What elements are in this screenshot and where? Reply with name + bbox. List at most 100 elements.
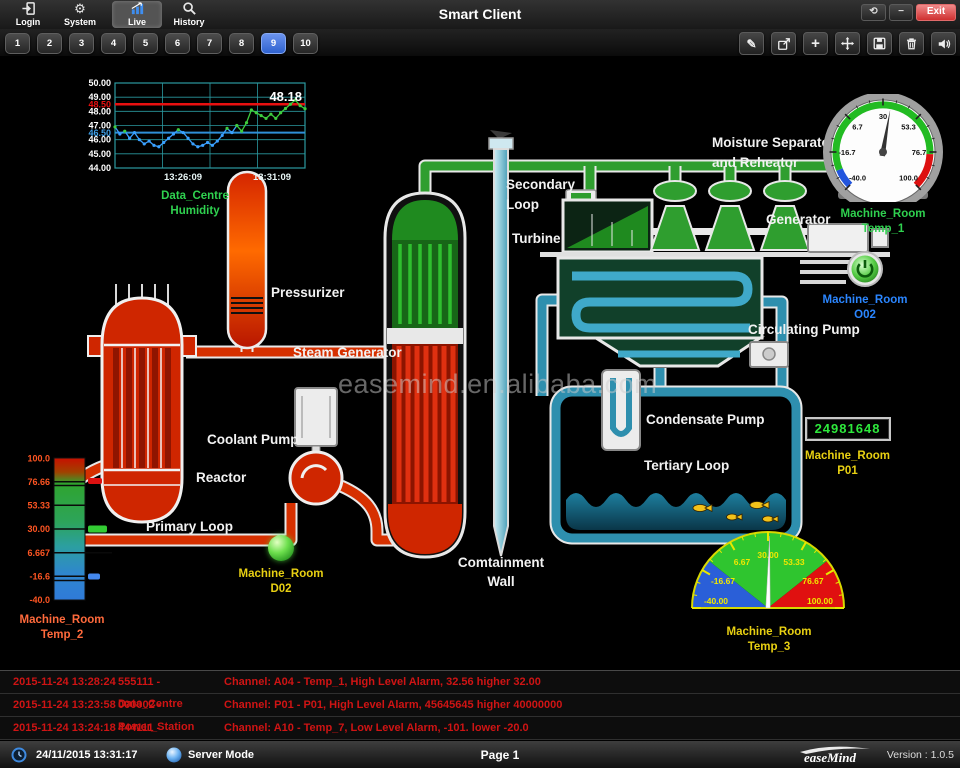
tab-2[interactable]: 2: [37, 33, 62, 54]
gauge-temp3-caption-2: Temp_3: [684, 640, 854, 655]
label-secondary-loop-1: Secondary: [506, 177, 576, 192]
low-marker: [88, 574, 100, 580]
svg-text:76.67: 76.67: [802, 576, 824, 586]
title-bar: Login ⚙ System Live History Smart Client…: [0, 0, 960, 29]
bar-gauge-caption-1: Machine_Room: [12, 613, 112, 628]
volume-button[interactable]: [931, 32, 956, 55]
tab-6[interactable]: 6: [165, 33, 190, 54]
low-limit-label: 46.50: [88, 128, 111, 138]
alarm-row[interactable]: 2015-11-24 13:24:18444111 - Machine_Room…: [0, 717, 960, 740]
alarm-row[interactable]: 2015-11-24 13:23:58000002 - Power_Statio…: [0, 694, 960, 717]
label-turbine: Turbine: [512, 231, 561, 246]
gauge-temp3-caption-1: Machine_Room: [684, 625, 854, 640]
nav-system-button[interactable]: ⚙ System: [56, 1, 104, 28]
tab-10[interactable]: 10: [293, 33, 318, 54]
alarm-message: Channel: P01 - P01, High Level Alarm, 45…: [224, 694, 960, 716]
trend-current-value: 48.18: [269, 89, 302, 104]
svg-text:53.33: 53.33: [27, 501, 50, 511]
alarm-row[interactable]: 2015-11-24 13:28:24555111 - Data_CentreC…: [0, 671, 960, 694]
label-circulating-pump: Circulating Pump: [748, 322, 860, 337]
nav-history-label: History: [164, 17, 214, 27]
move-icon: [840, 36, 855, 51]
export-button[interactable]: [771, 32, 796, 55]
x-tick-2: 13:31:09: [253, 172, 291, 183]
svg-text:30: 30: [879, 112, 887, 121]
svg-text:100.0: 100.0: [27, 454, 50, 464]
svg-text:-16.67: -16.67: [711, 576, 735, 586]
alarm-time: 2015-11-24 13:23:58: [0, 694, 118, 716]
nav-live-label: Live: [112, 17, 162, 27]
tab-5[interactable]: 5: [133, 33, 158, 54]
x-tick-1: 13:26:09: [164, 172, 202, 183]
status-datetime: 24/11/2015 13:31:17: [36, 741, 138, 768]
digital-caption-1: Machine_Room: [800, 449, 895, 464]
gauge-temp3-widget[interactable]: -40.00 -16.67 6.67 30.00 53.33 76.67 100…: [684, 520, 854, 655]
nav-history-button[interactable]: History: [164, 1, 214, 28]
status-lamp: [268, 535, 294, 561]
alarm-source: 444111 - Machine_Room: [118, 717, 224, 739]
alarm-message: Channel: A04 - Temp_1, High Level Alarm,…: [224, 671, 960, 693]
svg-text:45.00: 45.00: [88, 149, 111, 159]
tab-7[interactable]: 7: [197, 33, 222, 54]
svg-text:50.00: 50.00: [88, 78, 111, 88]
svg-text:6.667: 6.667: [27, 548, 50, 558]
containment-wall-structure: [489, 130, 513, 556]
refresh-icon: ⟲: [869, 6, 877, 17]
tab-1[interactable]: 1: [5, 33, 30, 54]
d02-caption-1: Machine_Room: [216, 567, 346, 582]
svg-text:76.7: 76.7: [912, 148, 927, 157]
edit-button[interactable]: ✎: [739, 32, 764, 55]
page-tabs: 123456789 10: [5, 33, 318, 54]
label-containment-1: Comtainment: [458, 555, 545, 570]
minimize-button[interactable]: −: [889, 4, 913, 21]
watermark: easemind.en.alibaba.com: [338, 369, 657, 399]
gear-icon: ⚙: [56, 1, 104, 17]
trend-chart: 50.00 49.00 48.00 47.00 46.00 45.00 44.0…: [70, 76, 320, 184]
alarm-time: 2015-11-24 13:24:18: [0, 717, 118, 739]
nav-system-label: System: [56, 17, 104, 27]
nav-login-label: Login: [6, 17, 50, 27]
bar-gauge-caption-2: Temp_2: [12, 628, 112, 643]
tab-9[interactable]: 9: [261, 33, 286, 54]
trend-caption-2: Humidity: [70, 204, 320, 219]
tab-row: 123456789 10 ✎ +: [0, 29, 960, 56]
gauge-temp1-widget[interactable]: -40.0 -16.7 6.7 30 53.3 76.7 100.0 Machi…: [818, 94, 948, 237]
tab-8[interactable]: 8: [229, 33, 254, 54]
login-icon: [6, 1, 50, 17]
bar-gauge-widget[interactable]: 100.0 76.66 53.33 30.00 6.667 -16.6 -40.…: [12, 450, 112, 643]
add-button[interactable]: +: [803, 32, 828, 55]
semi-gauge: -40.00 -16.67 6.67 30.00 53.33 76.67 100…: [684, 520, 854, 620]
delete-button[interactable]: [899, 32, 924, 55]
power-button-widget[interactable]: Machine_Room O02: [820, 250, 910, 323]
alarm-source: 000002 - Power_Station: [118, 694, 224, 716]
value-marker: [88, 526, 107, 533]
refresh-button[interactable]: ⟲: [861, 4, 886, 21]
label-primary-loop: Primary Loop: [146, 519, 233, 534]
trend-chart-widget[interactable]: 50.00 49.00 48.00 47.00 46.00 45.00 44.0…: [70, 76, 320, 219]
alarm-source: 555111 - Data_Centre: [118, 671, 224, 693]
exit-button[interactable]: Exit: [916, 4, 956, 21]
nav-login-button[interactable]: Login: [6, 1, 50, 28]
svg-text:53.33: 53.33: [783, 557, 805, 567]
svg-text:100.00: 100.00: [807, 596, 833, 606]
server-mode-icon: [166, 747, 182, 768]
plus-icon: +: [811, 35, 820, 52]
search-icon: [164, 1, 214, 17]
save-icon: [873, 37, 886, 50]
label-secondary-loop-2: Loop: [506, 197, 539, 212]
save-button[interactable]: [867, 32, 892, 55]
alarm-time: 2015-11-24 13:28:24: [0, 671, 118, 693]
label-coolant-pump: Coolant Pump: [207, 432, 299, 447]
digital-caption-2: P01: [800, 464, 895, 479]
circular-gauge: -40.0 -16.7 6.7 30 53.3 76.7 100.0: [818, 94, 948, 202]
gauge-temp1-caption-2: Temp_1: [818, 222, 948, 237]
svg-text:6.7: 6.7: [852, 123, 862, 132]
tab-3[interactable]: 3: [69, 33, 94, 54]
move-button[interactable]: [835, 32, 860, 55]
power-icon: [846, 250, 884, 288]
power-caption-2: O02: [820, 308, 910, 323]
export-icon: [777, 37, 791, 51]
tab-4[interactable]: 4: [101, 33, 126, 54]
nav-live-button[interactable]: Live: [112, 1, 162, 28]
power-caption-1: Machine_Room: [820, 293, 910, 308]
